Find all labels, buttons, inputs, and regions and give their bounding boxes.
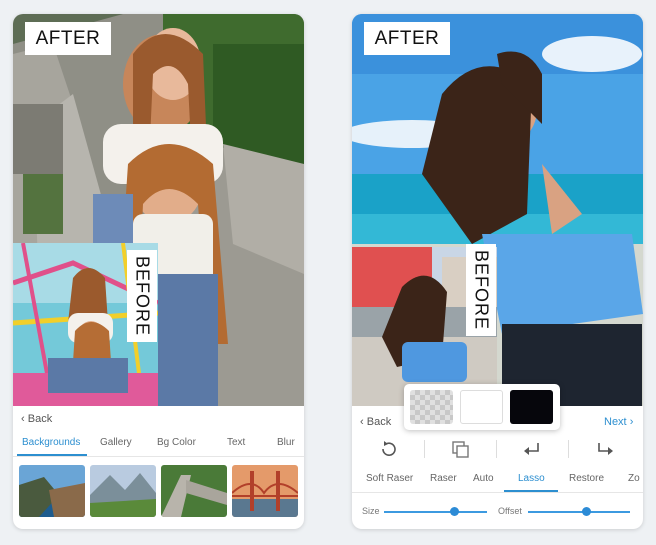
swatch-white[interactable] <box>460 390 503 424</box>
thumbnail-mountain-valley[interactable] <box>90 465 156 517</box>
tab-text[interactable]: Text <box>227 437 245 448</box>
tab-backgrounds[interactable]: Backgrounds <box>22 437 80 448</box>
swatch-transparent[interactable] <box>410 390 453 424</box>
right-phone-screen: AFTER BEFORE ‹ Back Next › Soft Raser Ra… <box>352 14 643 529</box>
separator <box>568 440 569 458</box>
divider <box>352 492 643 493</box>
before-label: BEFORE <box>466 244 496 336</box>
tool-soft-raser[interactable]: Soft Raser <box>366 473 413 484</box>
back-button[interactable]: ‹ Back <box>21 413 52 425</box>
tool-zoom[interactable]: Zo <box>628 473 640 484</box>
separator <box>496 440 497 458</box>
undo-icon[interactable] <box>521 438 543 460</box>
back-label: Back <box>366 416 392 428</box>
offset-slider[interactable] <box>528 511 630 513</box>
size-label: Size <box>362 506 380 516</box>
thumbnail-coastal-cliffs[interactable] <box>19 465 85 517</box>
tool-lasso[interactable]: Lasso <box>518 473 545 484</box>
separator <box>424 440 425 458</box>
tool-restore[interactable]: Restore <box>569 473 604 484</box>
size-slider[interactable] <box>384 511 487 513</box>
after-label: AFTER <box>25 22 111 55</box>
left-phone-screen: AFTER BEFORE ‹ Back Backgrounds Gallery … <box>13 14 304 529</box>
tab-gallery[interactable]: Gallery <box>100 437 132 448</box>
tool-auto[interactable]: Auto <box>473 473 494 484</box>
after-label: AFTER <box>364 22 450 55</box>
before-label-text: BEFORE <box>471 249 492 330</box>
redo-icon[interactable] <box>594 438 616 460</box>
offset-slider-knob[interactable] <box>581 507 591 516</box>
swatch-black[interactable] <box>510 390 553 424</box>
great-wall-image <box>161 465 227 517</box>
next-button[interactable]: Next › <box>604 416 633 428</box>
rotate-icon[interactable] <box>378 438 400 460</box>
golden-gate-image <box>232 465 298 517</box>
chevron-left-icon: ‹ <box>21 413 25 425</box>
thumbnail-golden-gate-bridge[interactable] <box>232 465 298 517</box>
back-label: Back <box>27 413 53 425</box>
chevron-right-icon: › <box>629 416 634 428</box>
divider <box>13 456 304 457</box>
before-label-text: BEFORE <box>132 255 153 336</box>
size-slider-knob[interactable] <box>449 507 459 516</box>
offset-label: Offset <box>498 506 522 516</box>
coastal-cliffs-image <box>19 465 85 517</box>
tab-bg-color[interactable]: Bg Color <box>157 437 196 448</box>
back-button[interactable]: ‹ Back <box>360 416 391 428</box>
mountain-valley-image <box>90 465 156 517</box>
eraser-tools: Soft Raser Raser Auto Lasso Restore Zo <box>352 473 643 493</box>
copy-icon[interactable] <box>449 438 471 460</box>
thumbnail-great-wall[interactable] <box>161 465 227 517</box>
tool-raser[interactable]: Raser <box>430 473 457 484</box>
tab-blur[interactable]: Blur <box>277 437 295 448</box>
background-swatch-popover <box>404 384 560 430</box>
chevron-left-icon: ‹ <box>360 416 364 428</box>
before-label: BEFORE <box>127 250 157 342</box>
next-label: Next <box>604 416 627 428</box>
